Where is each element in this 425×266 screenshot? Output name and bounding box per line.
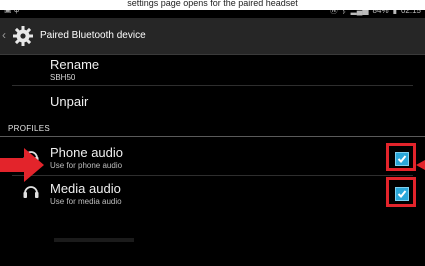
profile-subtitle: Use for media audio [50, 197, 122, 206]
action-bar: ‹ Paired Bluetooth device [0, 18, 425, 55]
divider [12, 85, 413, 86]
back-chevron-icon[interactable]: ‹ [2, 28, 6, 42]
profile-row-phone-audio[interactable]: Phone audio Use for phone audio [0, 142, 425, 176]
highlight-box-phone-audio [386, 143, 416, 171]
instruction-caption: settings page opens for the paired heads… [0, 0, 425, 10]
unpair-label: Unpair [50, 94, 89, 109]
gear-icon[interactable] [12, 25, 34, 47]
red-arrow-icon [0, 148, 44, 182]
headset-icon [23, 186, 39, 198]
phone-screen: settings page opens for the paired heads… [0, 0, 425, 266]
profile-title: Phone audio [50, 145, 124, 160]
profiles-header: PROFILES [8, 124, 50, 133]
profile-subtitle: Use for phone audio [50, 161, 123, 170]
rename-label: Rename [50, 57, 100, 72]
section-divider [0, 136, 425, 137]
unpair-row[interactable]: Unpair [0, 92, 425, 118]
rename-row[interactable]: Rename SBH50 [0, 55, 425, 95]
faded-row [54, 238, 134, 242]
highlight-box-media-audio [386, 177, 416, 207]
action-bar-title: Paired Bluetooth device [40, 30, 146, 41]
profile-title: Media audio [50, 181, 121, 196]
divider [12, 175, 413, 176]
highlight-pointer-icon [416, 160, 425, 170]
device-name-value: SBH50 [50, 73, 76, 82]
profile-row-media-audio[interactable]: Media audio Use for media audio [0, 178, 425, 212]
